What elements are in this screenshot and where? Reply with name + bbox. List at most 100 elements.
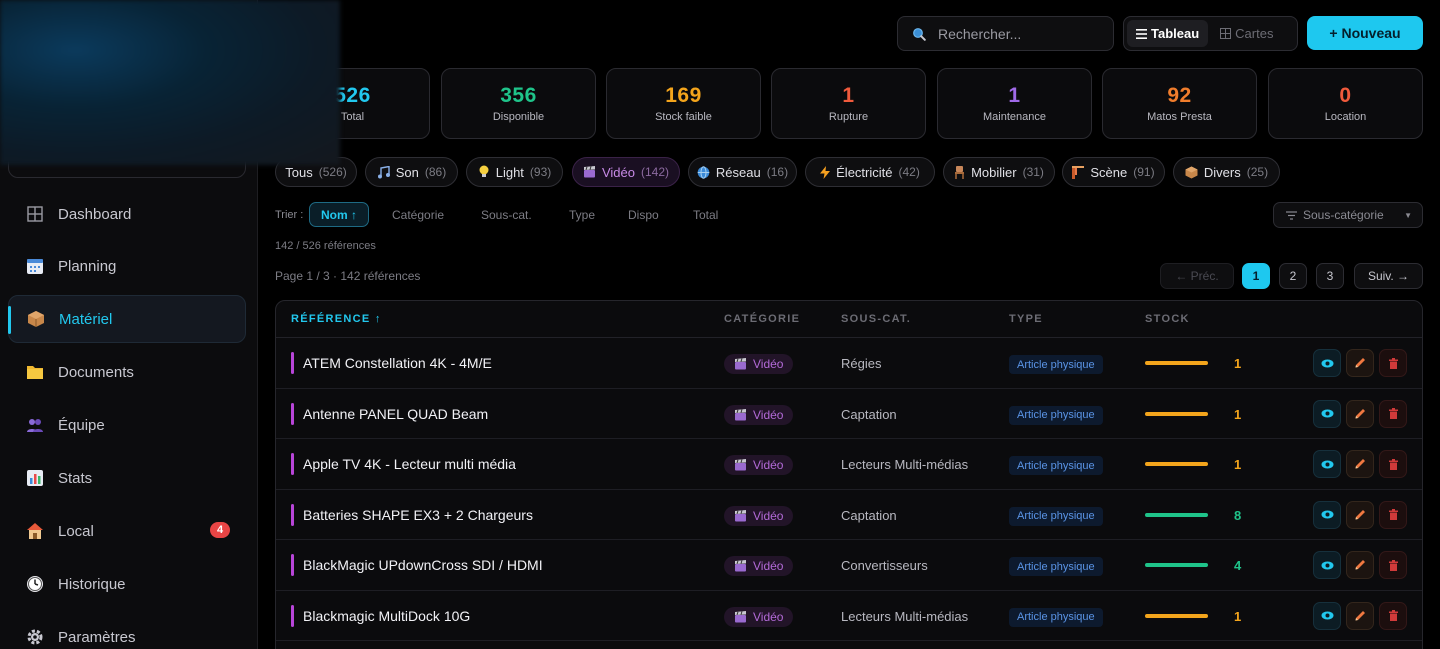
delete-button[interactable] [1379, 601, 1407, 630]
stat-card[interactable]: 92 Matos Presta [1102, 68, 1257, 139]
view-button[interactable] [1313, 551, 1341, 579]
category-chip[interactable]: Light (93) [466, 157, 563, 187]
category-label: Vidéo [753, 357, 784, 371]
view-button[interactable] [1313, 450, 1341, 478]
sort-option[interactable]: Nom ↑ [309, 202, 369, 227]
folder-icon [26, 363, 44, 381]
category-chip[interactable]: Son (86) [365, 157, 458, 187]
subcategory: Régies [841, 356, 882, 371]
sidebar-item-label: Paramètres [58, 628, 136, 646]
stat-value: 0 [1339, 84, 1352, 107]
edit-button[interactable] [1346, 450, 1374, 478]
view-button[interactable] [1313, 601, 1341, 630]
category-chip[interactable]: Mobilier (31) [943, 157, 1055, 187]
search-box[interactable] [897, 16, 1114, 51]
column-header[interactable]: CATÉGORIE [724, 313, 800, 325]
sort-option[interactable]: Sous-cat. [481, 208, 532, 222]
clapper-icon [583, 166, 596, 178]
delete-button[interactable] [1379, 450, 1407, 478]
category-color-bar [291, 554, 294, 576]
bar-chart-icon [26, 469, 44, 487]
column-header[interactable]: RÉFÉRENCE ↑ [291, 313, 382, 325]
stat-value: 92 [1167, 84, 1192, 107]
sidebar-item-local[interactable]: Local 4 [8, 507, 246, 555]
view-button[interactable] [1313, 349, 1341, 377]
delete-button[interactable] [1379, 500, 1407, 529]
eye-icon [1321, 460, 1333, 468]
sort-option[interactable]: Dispo [628, 208, 659, 222]
sort-option[interactable]: Catégorie [392, 208, 444, 222]
stat-card[interactable]: 169 Stock faible [606, 68, 761, 139]
category-label: Vidéo [753, 559, 784, 573]
category-chip[interactable]: Électricité (42) [805, 157, 935, 187]
category-badge: Vidéo [724, 606, 794, 627]
table-row[interactable]: Apple TV 4K - Lecteur multi média Vidéo … [276, 439, 1422, 490]
sidebar-item-materiel[interactable]: Matériel [8, 295, 246, 343]
column-header[interactable]: TYPE [1009, 313, 1043, 325]
page-button[interactable]: 1 [1242, 263, 1270, 289]
stock-bar [1145, 563, 1208, 567]
category-chip[interactable]: Divers (25) [1173, 157, 1280, 187]
view-button[interactable] [1313, 399, 1341, 428]
sidebar-item-documents[interactable]: Documents [8, 348, 246, 396]
stat-card[interactable]: 1 Rupture [771, 68, 926, 139]
sidebar-item-label: Documents [58, 363, 134, 381]
category-color-bar [291, 402, 294, 425]
sidebar-item-label: Matériel [59, 310, 113, 328]
edit-button[interactable] [1346, 399, 1374, 428]
next-page-button[interactable]: Suiv. → [1354, 263, 1423, 289]
sort-option[interactable]: Type [569, 208, 595, 222]
type-badge: Article physique [1009, 506, 1103, 526]
chip-label: Son [395, 164, 419, 180]
chip-count: (142) [641, 165, 670, 179]
eye-icon [1321, 409, 1333, 418]
stat-card[interactable]: 356 Disponible [441, 68, 596, 139]
table-row[interactable]: ATEM Constellation 4K - 4M/E Vidéo Régie… [276, 338, 1422, 389]
page-button[interactable]: 2 [1279, 263, 1307, 289]
table-row[interactable]: Batteries SHAPE EX3 + 2 Chargeurs Vidéo … [276, 490, 1422, 540]
clapper-icon [734, 459, 747, 471]
sort-label: Trier : [275, 209, 304, 221]
sidebar-item-parametres[interactable]: Paramètres [8, 613, 246, 649]
subcategory-select[interactable]: Sous-catégorie ▼ [1273, 202, 1423, 228]
table-row[interactable]: Blackmagic MultiDock 10G Vidéo Lecteurs … [276, 591, 1422, 641]
table-row[interactable]: BlackMagic UPdownCross SDI / HDMI Vidéo … [276, 540, 1422, 591]
view-cards-button[interactable]: Cartes [1211, 20, 1282, 47]
column-header[interactable]: STOCK [1145, 313, 1190, 325]
stock-value: 1 [1234, 406, 1242, 422]
category-chip[interactable]: Réseau (16) [688, 157, 797, 187]
table-row[interactable]: Antenne PANEL QUAD Beam Vidéo Captation … [276, 389, 1422, 439]
bolt-icon [820, 165, 831, 179]
sort-option[interactable]: Total [693, 208, 718, 222]
edit-button[interactable] [1346, 601, 1374, 630]
stat-card[interactable]: 1 Maintenance [937, 68, 1092, 139]
team-icon [26, 416, 44, 434]
view-button[interactable] [1313, 500, 1341, 529]
edit-button[interactable] [1346, 551, 1374, 579]
category-color-bar [291, 503, 294, 526]
view-table-button[interactable]: Tableau [1127, 20, 1209, 47]
sidebar-item-label: Stats [58, 469, 93, 487]
sidebar-item-stats[interactable]: Stats [8, 454, 246, 502]
column-header[interactable]: SOUS-CAT. [841, 313, 911, 325]
view-cards-label: Cartes [1235, 26, 1274, 41]
edit-button[interactable] [1346, 500, 1374, 529]
delete-button[interactable] [1379, 399, 1407, 428]
sidebar-item-equipe[interactable]: Équipe [8, 401, 246, 449]
stat-label: Location [1324, 111, 1367, 123]
page-button[interactable]: 3 [1316, 263, 1344, 289]
category-chip[interactable]: Scène (91) [1062, 157, 1165, 187]
sidebar-item-planning[interactable]: Planning [8, 242, 246, 290]
edit-button[interactable] [1346, 349, 1374, 377]
delete-button[interactable] [1379, 349, 1407, 377]
stat-card[interactable]: 0 Location [1268, 68, 1423, 139]
stock-bar [1145, 512, 1208, 517]
category-chip[interactable]: Vidéo (142) [572, 157, 680, 187]
prev-page-button[interactable]: ← Préc. [1160, 263, 1234, 289]
stock-value: 8 [1234, 507, 1242, 523]
search-input[interactable] [938, 25, 1098, 42]
sidebar-item-historique[interactable]: Historique [8, 560, 246, 608]
sidebar-item-dashboard[interactable]: Dashboard [8, 190, 246, 238]
delete-button[interactable] [1379, 551, 1407, 579]
new-button[interactable]: + Nouveau [1307, 16, 1423, 50]
